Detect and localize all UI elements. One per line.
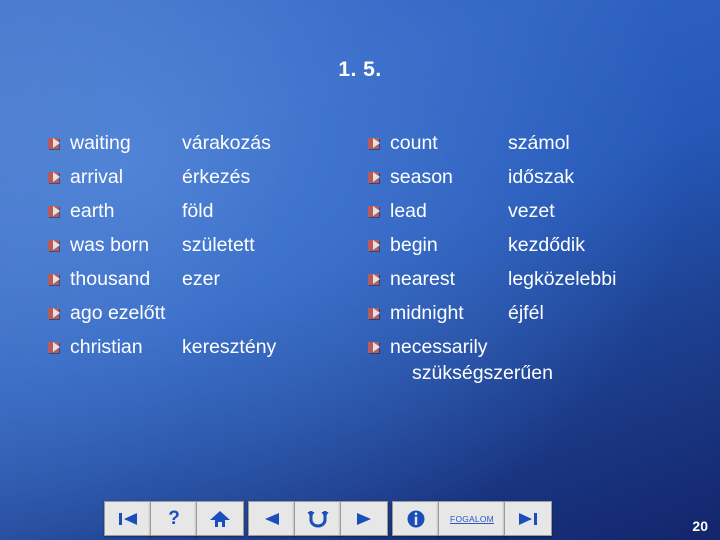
term-english: arrival — [70, 166, 124, 188]
bullet-icon — [368, 342, 380, 353]
term-english: waiting — [70, 132, 131, 154]
bullet-icon — [48, 172, 60, 183]
term-english: count — [390, 132, 438, 154]
term-english: christian — [70, 336, 143, 358]
term-hungarian: keresztény — [182, 336, 277, 358]
vocabulary-column-right: count számol season időszak lead vezet b… — [368, 130, 698, 391]
play-back-icon — [265, 512, 279, 525]
help-button[interactable]: ? — [150, 501, 198, 536]
info-icon — [407, 510, 425, 527]
page-title: 1. 5. — [338, 58, 382, 81]
first-slide-button[interactable] — [104, 501, 152, 536]
list-item: arrival érkezés — [48, 164, 368, 193]
term-hungarian: időszak — [508, 166, 575, 188]
term-english: earth — [70, 200, 115, 222]
term-hungarian: ezer — [182, 268, 220, 290]
term-hungarian-wrapped: szükségszerűen — [412, 362, 553, 384]
term-hungarian: várakozás — [182, 132, 271, 154]
term-hungarian: vezet — [508, 200, 555, 222]
vocabulary-columns: waiting várakozás arrival érkezés earth … — [0, 130, 720, 420]
next-slide-button[interactable] — [340, 501, 388, 536]
term-hungarian: érkezés — [182, 166, 251, 188]
fogalom-label: FOGALOM — [450, 513, 494, 524]
term-hungarian: született — [182, 234, 255, 256]
bullet-icon — [48, 308, 60, 319]
bullet-icon — [368, 138, 380, 149]
term-hungarian: éjfél — [508, 302, 544, 324]
term-english: was born — [70, 234, 150, 256]
bullet-icon — [48, 206, 60, 217]
bullet-icon — [368, 240, 380, 251]
list-item: nearest legközelebbi — [368, 266, 698, 295]
term-english: lead — [390, 200, 427, 222]
term-english: thousand — [70, 268, 151, 290]
term-hungarian: számol — [508, 132, 570, 154]
bullet-icon — [48, 240, 60, 251]
question-mark-icon: ? — [168, 507, 180, 529]
term-english: midnight — [390, 302, 464, 324]
loop-arrow-icon — [307, 510, 329, 527]
term-hungarian: legközelebbi — [508, 268, 617, 290]
page-number: 20 — [692, 518, 708, 534]
term-english: begin — [390, 234, 438, 256]
home-icon — [210, 510, 230, 527]
list-item: midnight éjfél — [368, 300, 698, 329]
term-english: ago ezelőtt — [70, 302, 166, 324]
home-button[interactable] — [196, 501, 244, 536]
list-item: thousand ezer — [48, 266, 368, 295]
bullet-icon — [48, 274, 60, 285]
list-item: was born született — [48, 232, 368, 261]
skip-forward-icon — [519, 512, 537, 525]
vocabulary-column-left: waiting várakozás arrival érkezés earth … — [48, 130, 368, 368]
replay-button[interactable] — [294, 501, 342, 536]
bullet-icon — [368, 274, 380, 285]
bullet-icon — [368, 308, 380, 319]
list-item: season időszak — [368, 164, 698, 193]
bullet-icon — [48, 342, 60, 353]
list-item: lead vezet — [368, 198, 698, 227]
info-button[interactable] — [392, 501, 440, 536]
term-english: nearest — [390, 268, 456, 290]
list-item: count számol — [368, 130, 698, 159]
list-item: begin kezdődik — [368, 232, 698, 261]
previous-slide-button[interactable] — [248, 501, 296, 536]
list-item: earth föld — [48, 198, 368, 227]
list-item: necessarily szükségszerűen — [368, 334, 698, 386]
play-forward-icon — [357, 512, 371, 525]
skip-back-icon — [119, 512, 137, 525]
navigation-toolbar: ? FOGALOM — [0, 500, 720, 540]
fogalom-link-button[interactable]: FOGALOM — [438, 501, 506, 536]
slide: 1. 5. waiting várakozás arrival érkezés … — [0, 0, 720, 540]
term-english: season — [390, 166, 453, 188]
bullet-icon — [368, 206, 380, 217]
bullet-icon — [368, 172, 380, 183]
term-english: necessarily — [390, 336, 488, 358]
list-item: christian keresztény — [48, 334, 368, 363]
list-item: waiting várakozás — [48, 130, 368, 159]
bullet-icon — [48, 138, 60, 149]
term-hungarian: föld — [182, 200, 214, 222]
term-hungarian: kezdődik — [508, 234, 585, 256]
list-item: ago ezelőtt — [48, 300, 368, 329]
last-slide-button[interactable] — [504, 501, 552, 536]
